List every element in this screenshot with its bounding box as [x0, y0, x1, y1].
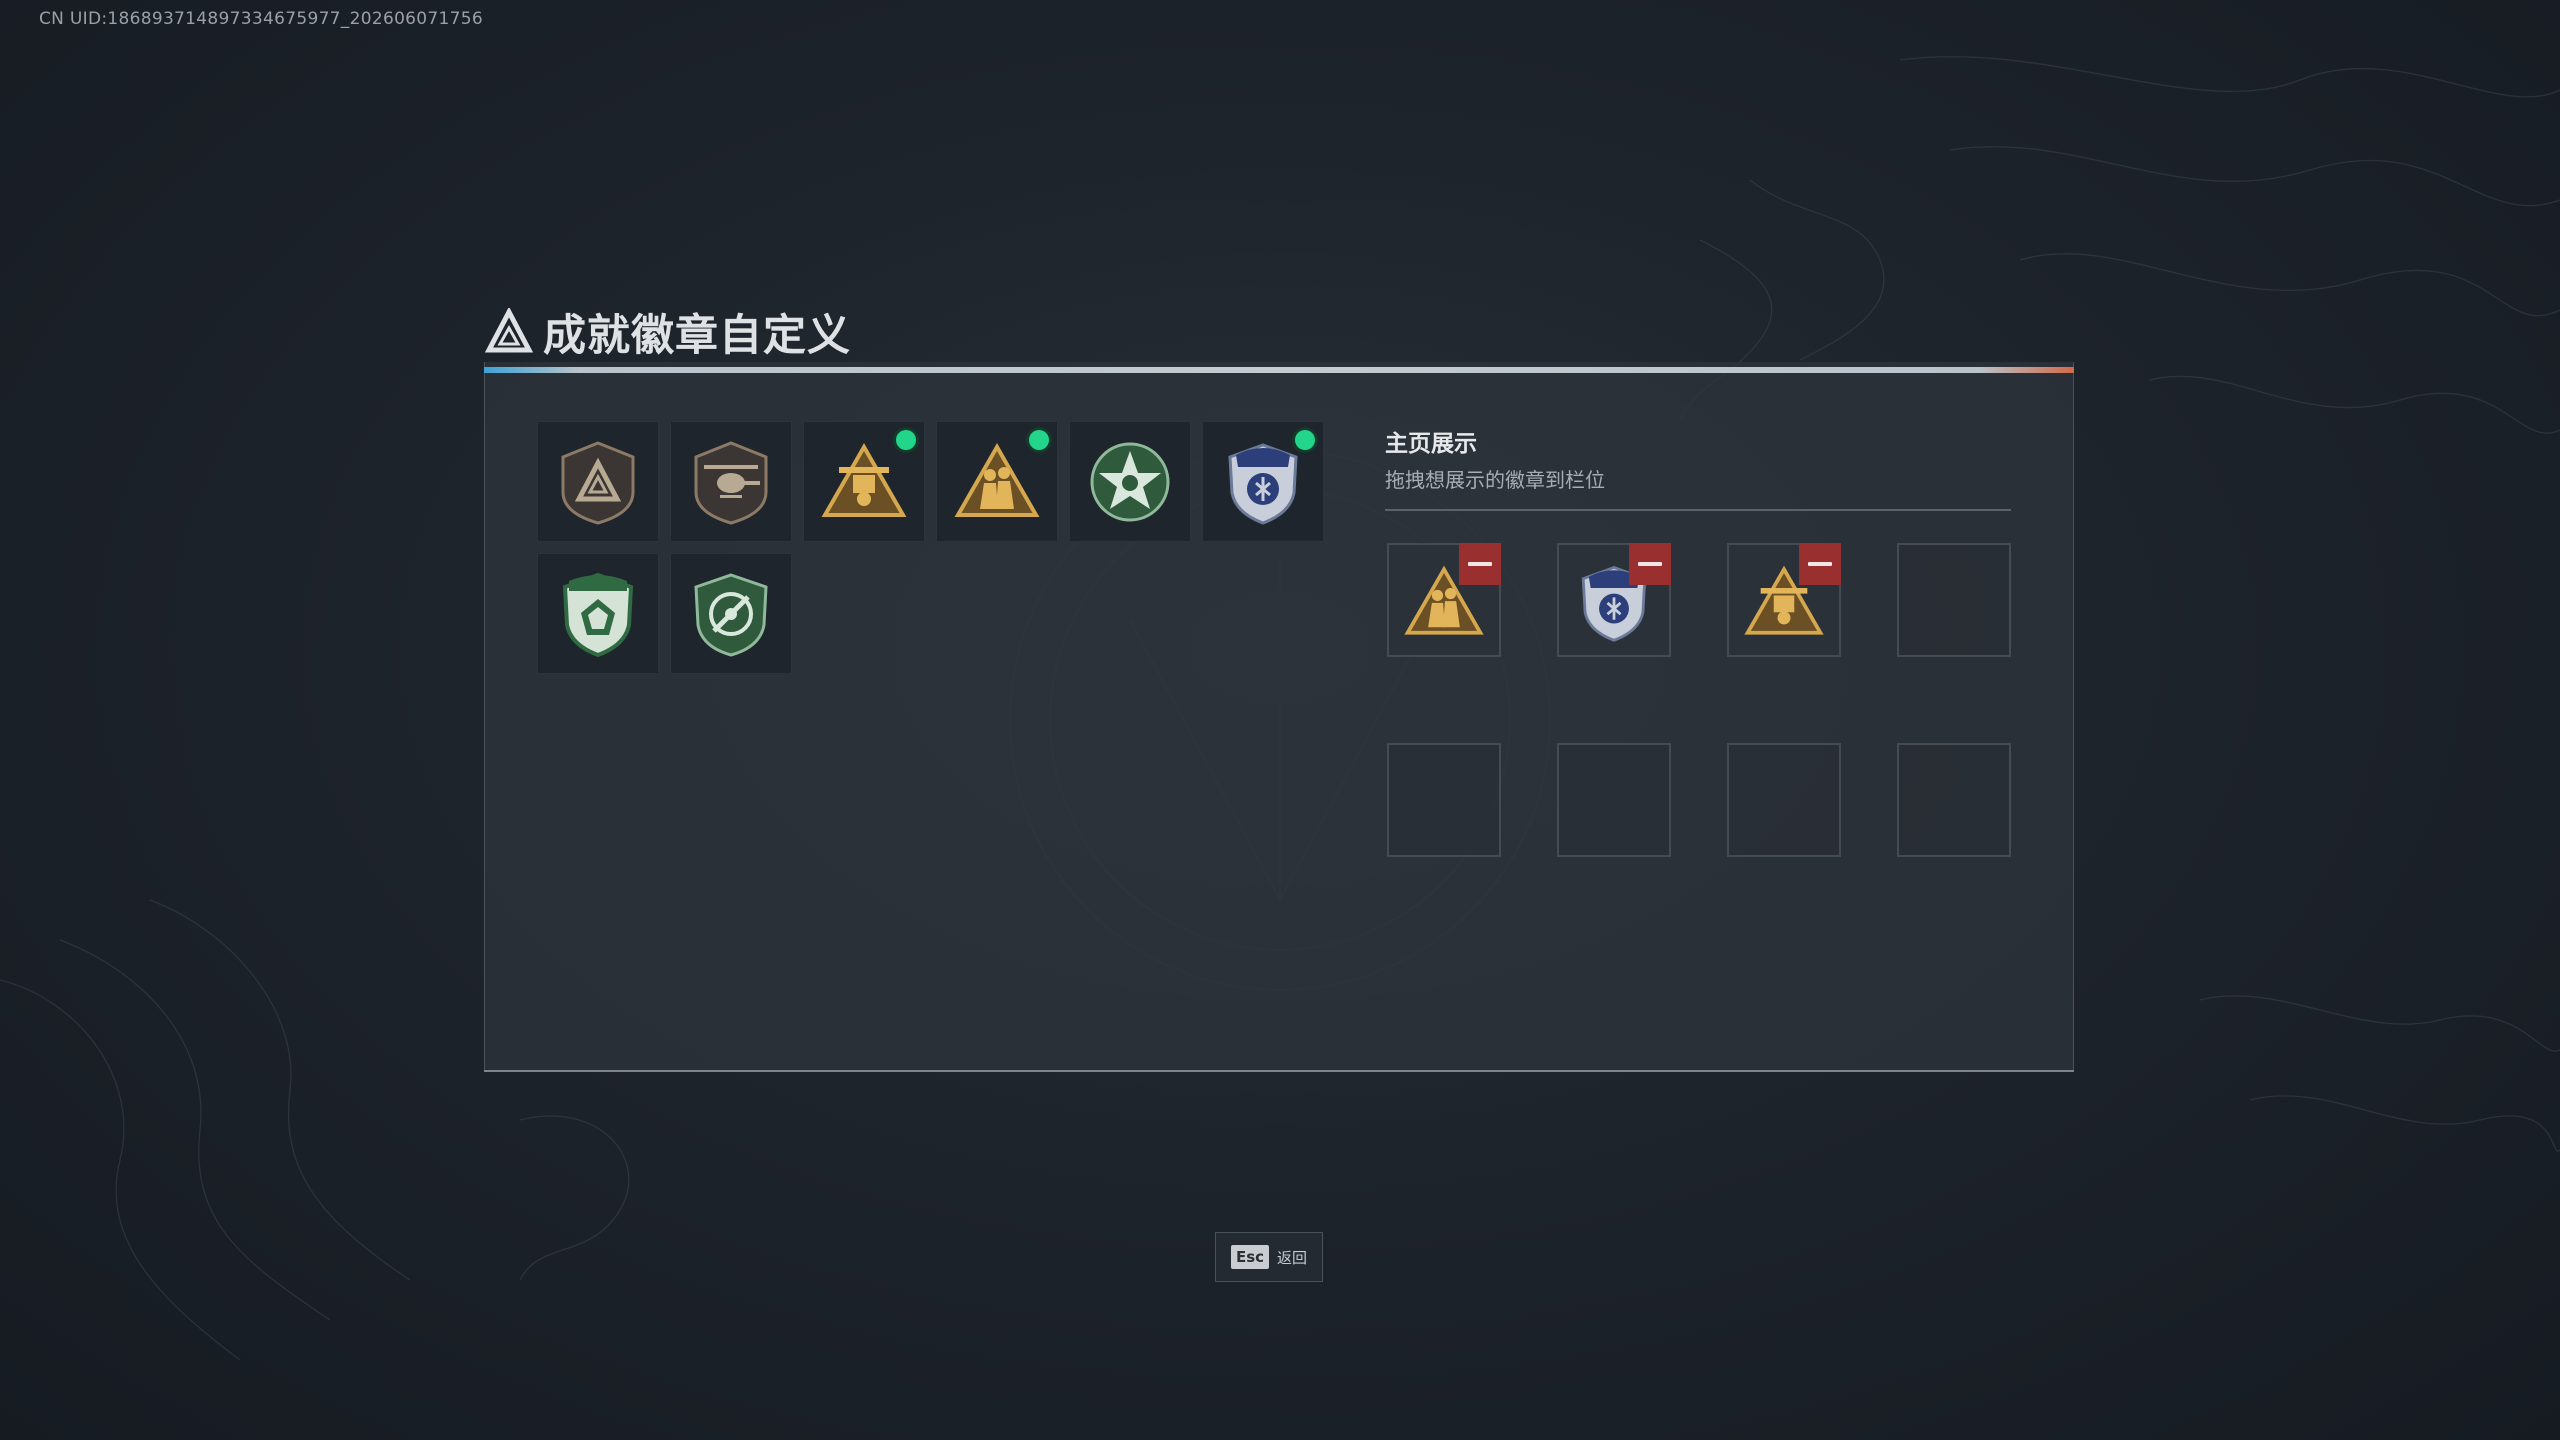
triangle-logo-icon: [485, 308, 533, 353]
panel-bottom-line: [484, 1070, 2074, 1072]
showcase-divider: [1385, 509, 2011, 511]
showcase-slot-7[interactable]: [1727, 743, 1841, 857]
remove-badge-button[interactable]: [1799, 543, 1841, 585]
showcase-slot-2[interactable]: [1557, 543, 1671, 657]
inventory-slot[interactable]: [670, 421, 792, 542]
inventory-slot[interactable]: [670, 553, 792, 674]
showcase-slot-1[interactable]: [1387, 543, 1501, 657]
remove-badge-button[interactable]: [1459, 543, 1501, 585]
inventory-slot[interactable]: [537, 421, 659, 542]
showcase-slot-6[interactable]: [1557, 743, 1671, 857]
page-header: 成就徽章自定义: [485, 302, 851, 362]
minus-icon: [1468, 562, 1492, 566]
remove-badge-button[interactable]: [1629, 543, 1671, 585]
uid-label: CN UID:1868937148973346759​77_2026060717…: [39, 9, 483, 29]
showcase-title: 主页展示: [1385, 431, 1477, 457]
green-gem-shield-badge-icon: [562, 572, 634, 657]
inventory-slot[interactable]: [1069, 421, 1191, 542]
minus-icon: [1808, 562, 1832, 566]
inventory-slot[interactable]: [537, 553, 659, 674]
showcase-slot-5[interactable]: [1387, 743, 1501, 857]
new-indicator-dot: [1295, 430, 1315, 450]
green-target-badge-icon: [694, 572, 768, 657]
minus-icon: [1638, 562, 1662, 566]
badge-inventory: [537, 421, 1324, 674]
inventory-slot[interactable]: [936, 421, 1058, 542]
showcase-slots: [1387, 543, 2011, 857]
esc-key-hint: Esc: [1230, 1245, 1270, 1269]
blue-shield-badge-icon: [1228, 442, 1298, 525]
new-indicator-dot: [896, 430, 916, 450]
showcase-subtitle: 拖拽想展示的徽章到栏位: [1385, 468, 1605, 492]
showcase-slot-8[interactable]: [1897, 743, 2011, 857]
showcase-slot-3[interactable]: [1727, 543, 1841, 657]
gold-soldiers-badge-icon: [954, 442, 1040, 517]
back-button[interactable]: Esc 返回: [1215, 1232, 1323, 1282]
green-star-badge-icon: [1090, 442, 1170, 521]
inventory-slot[interactable]: [1202, 421, 1324, 542]
new-indicator-dot: [1029, 430, 1049, 450]
showcase-slot-4[interactable]: [1897, 543, 2011, 657]
back-label: 返回: [1277, 1248, 1308, 1267]
helicopter-badge-icon: [694, 440, 768, 525]
gold-drone-badge-icon: [821, 442, 907, 517]
inventory-slot[interactable]: [803, 421, 925, 542]
panel-top-accent: [484, 367, 2074, 373]
showcase-header: 主页展示 拖拽想展示的徽章到栏位: [1385, 424, 2011, 511]
triangle-emblem-badge-icon: [561, 440, 635, 525]
page-title: 成就徽章自定义: [543, 311, 851, 361]
